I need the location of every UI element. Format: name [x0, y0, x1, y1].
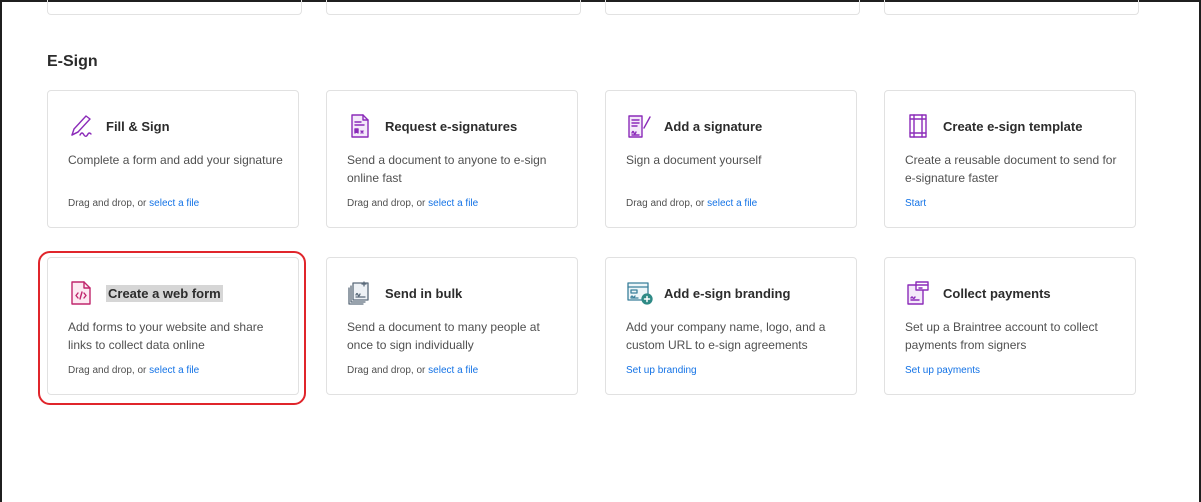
card-description: Complete a form and add your signature: [68, 153, 283, 167]
card-collect-payments[interactable]: Collect payments Set up a Braintree acco…: [884, 257, 1136, 395]
select-file-link[interactable]: select a file: [428, 198, 478, 209]
card-description: Send a document to anyone to e-sign onli…: [347, 153, 547, 185]
select-file-link[interactable]: select a file: [707, 198, 757, 209]
card-description: Add your company name, logo, and a custo…: [626, 320, 826, 352]
card-send-in-bulk[interactable]: Send in bulk Send a document to many peo…: [326, 257, 578, 395]
add-signature-icon: [626, 113, 652, 139]
select-file-link[interactable]: select a file: [149, 198, 199, 209]
start-link[interactable]: Start: [905, 198, 926, 209]
card-action: Drag and drop, or select a file: [626, 198, 757, 209]
card-action: Start: [905, 198, 926, 209]
request-signatures-icon: [347, 113, 373, 139]
card-description: Send a document to many people at once t…: [347, 320, 540, 352]
card-stub: [47, 0, 302, 15]
card-add-esign-branding[interactable]: Add e-sign branding Add your company nam…: [605, 257, 857, 395]
card-description: Set up a Braintree account to collect pa…: [905, 320, 1098, 352]
card-description: Sign a document yourself: [626, 153, 762, 167]
card-title: Collect payments: [943, 285, 1051, 301]
card-action: Set up payments: [905, 365, 980, 376]
card-title: Add e-sign branding: [664, 285, 791, 301]
branding-icon: [626, 280, 653, 306]
card-description: Create a reusable document to send for e…: [905, 153, 1117, 185]
card-stub: [605, 0, 860, 15]
action-prefix: Drag and drop, or: [347, 198, 429, 209]
template-icon: [905, 113, 931, 139]
set-up-payments-link[interactable]: Set up payments: [905, 365, 980, 376]
action-prefix: Drag and drop, or: [347, 365, 429, 376]
card-title: Request e-signatures: [385, 118, 518, 134]
highlight-annotation: [38, 251, 306, 405]
card-create-esign-template[interactable]: Create e-sign template Create a reusable…: [884, 90, 1136, 228]
card-request-esignatures[interactable]: Request e-signatures Send a document to …: [326, 90, 578, 228]
card-action: Drag and drop, or select a file: [347, 198, 478, 209]
card-action: Set up branding: [626, 365, 697, 376]
fill-sign-icon: [68, 113, 94, 139]
section-title: E-Sign: [47, 53, 98, 70]
card-title: Add a signature: [664, 118, 763, 134]
select-file-link[interactable]: select a file: [428, 365, 478, 376]
send-bulk-icon: [347, 280, 373, 306]
action-prefix: Drag and drop, or: [68, 198, 150, 209]
card-action: Drag and drop, or select a file: [347, 365, 478, 376]
card-stub: [326, 0, 581, 15]
card-title: Send in bulk: [385, 285, 463, 301]
card-action: Drag and drop, or select a file: [68, 198, 199, 209]
card-title: Create e-sign template: [943, 118, 1083, 134]
card-title: Fill & Sign: [106, 118, 170, 134]
card-fill-sign[interactable]: Fill & Sign Complete a form and add your…: [47, 90, 299, 228]
card-add-signature[interactable]: Add a signature Sign a document yourself…: [605, 90, 857, 228]
payments-icon: [905, 280, 931, 306]
action-prefix: Drag and drop, or: [626, 198, 708, 209]
card-stub: [884, 0, 1139, 15]
set-up-branding-link[interactable]: Set up branding: [626, 365, 697, 376]
